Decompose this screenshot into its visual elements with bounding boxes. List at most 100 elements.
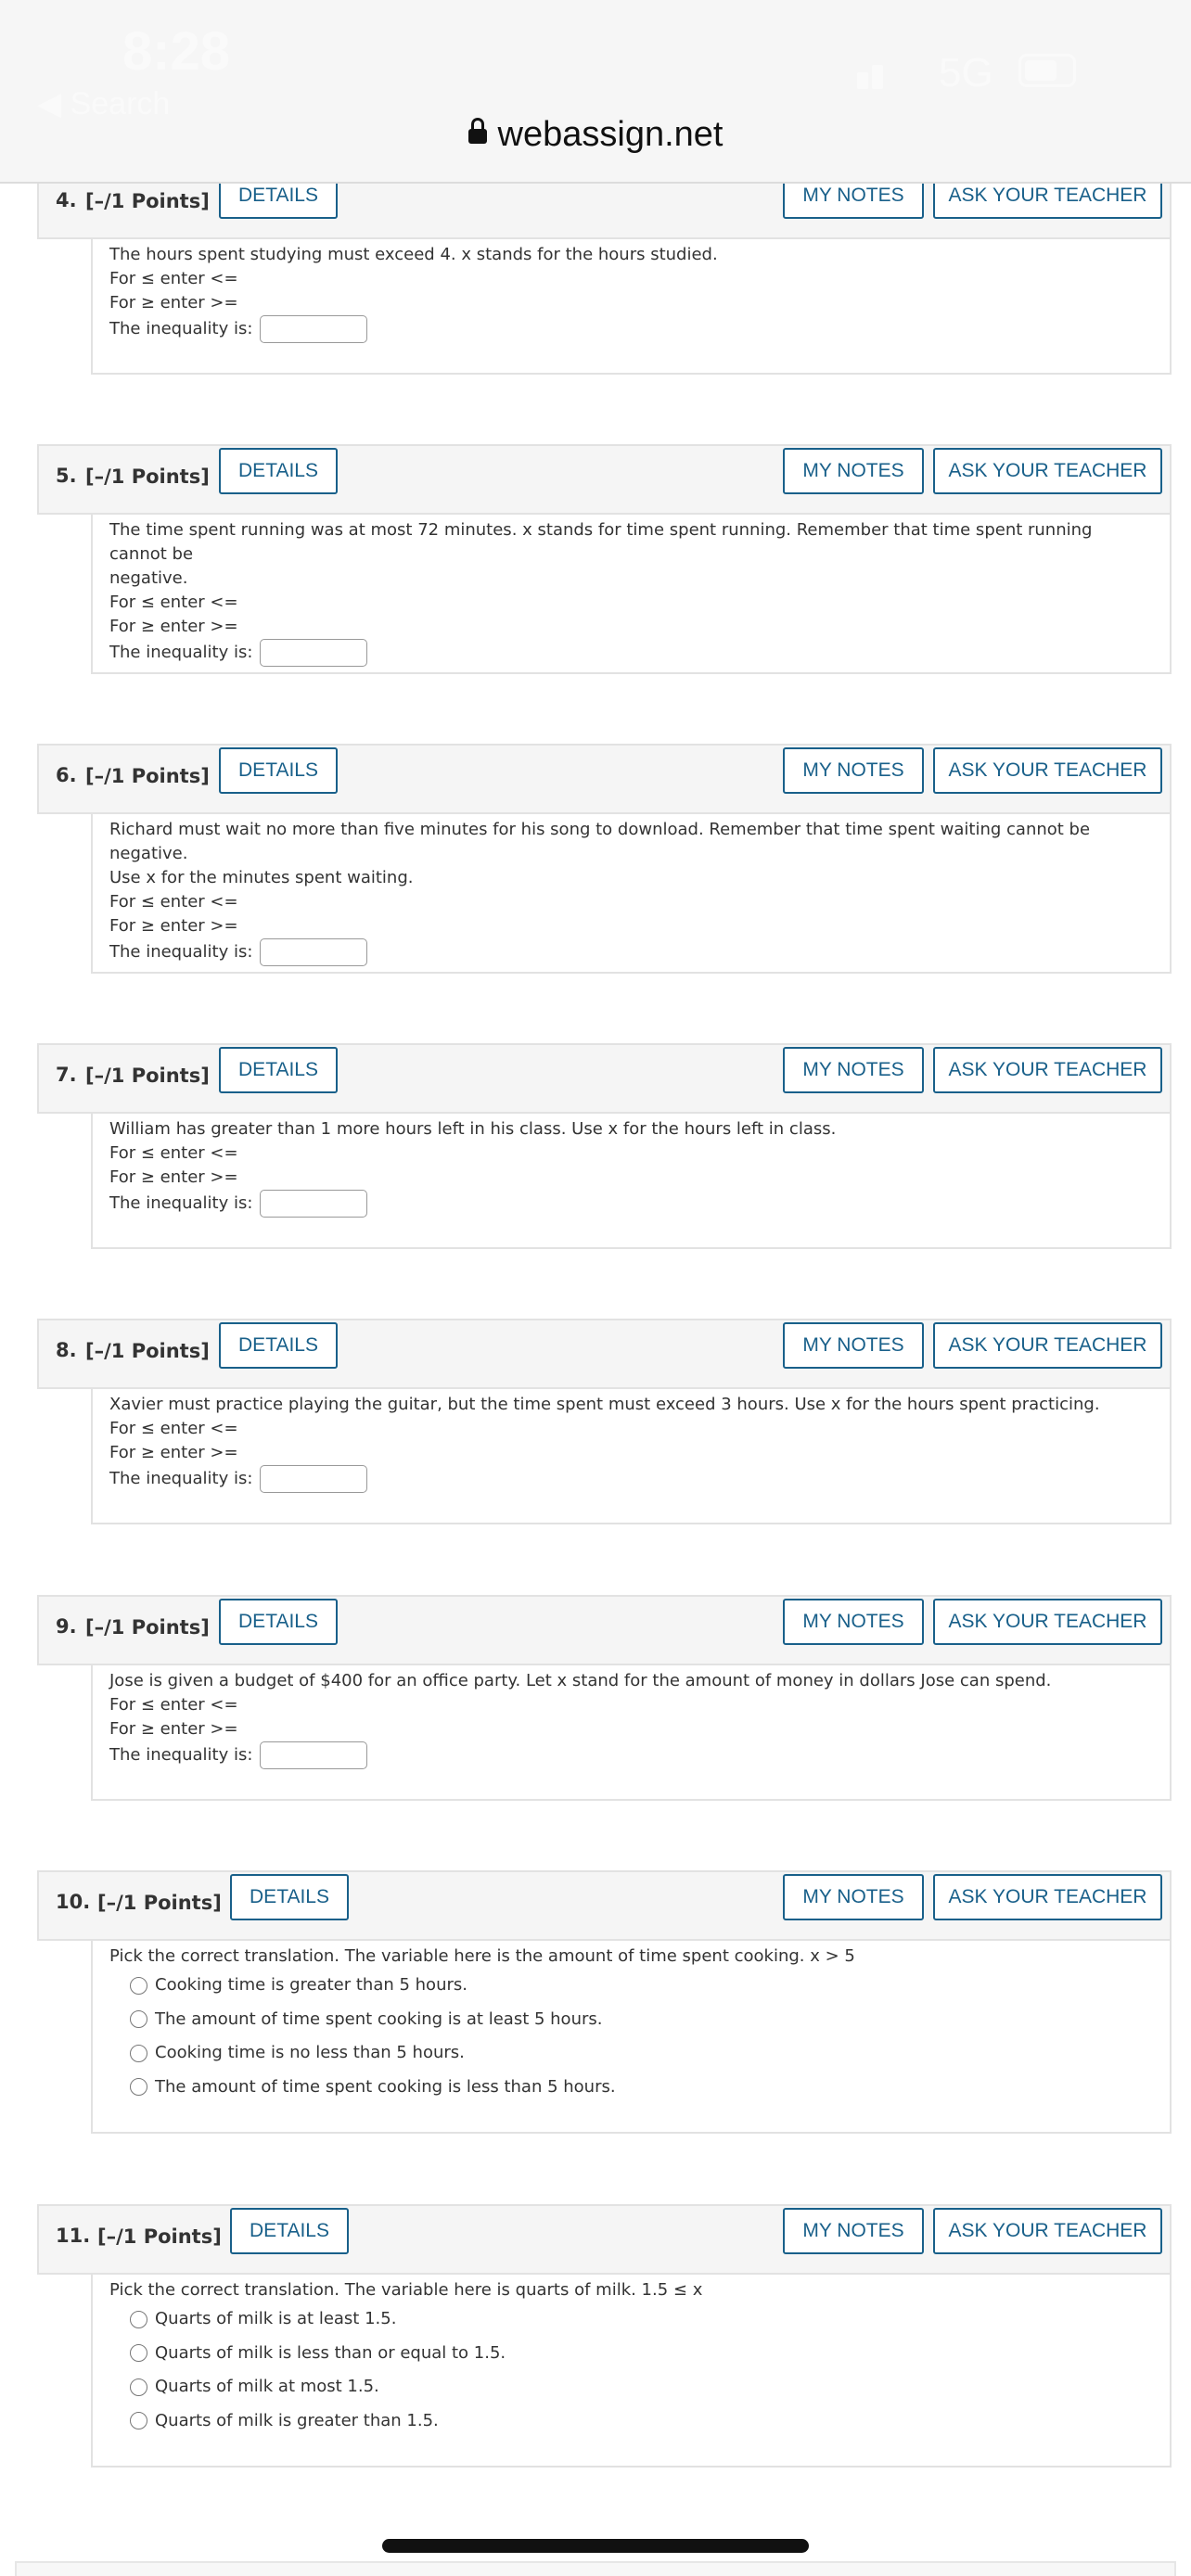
question-text: The time spent running was at most 72 mi… xyxy=(109,520,1093,564)
address-bar[interactable]: webassign.net xyxy=(0,115,1191,155)
question-body: William has greater than 1 more hours le… xyxy=(91,1114,1172,1249)
ge-hint: For ≥ enter >= xyxy=(109,1167,238,1187)
details-button[interactable]: DETAILS xyxy=(219,1047,338,1093)
question-prompt: Pick the correct translation. The variab… xyxy=(109,1946,855,1966)
my-notes-button[interactable]: MY NOTES xyxy=(783,1322,924,1369)
question-points: [–/1 Points] xyxy=(85,765,210,787)
inequality-row: The inequality is: xyxy=(109,1741,1153,1769)
inequality-answer-input[interactable] xyxy=(260,1190,368,1218)
home-indicator[interactable] xyxy=(382,2539,809,2553)
question-header: 10. [–/1 Points] DETAILS MY NOTES ASK YO… xyxy=(37,1870,1172,1941)
question-points: [–/1 Points] xyxy=(85,465,210,488)
question-6: 6. [–/1 Points] DETAILS MY NOTES ASK YOU… xyxy=(37,744,1172,974)
my-notes-button[interactable]: MY NOTES xyxy=(783,448,924,494)
ge-hint: For ≥ enter >= xyxy=(109,293,238,312)
details-button[interactable]: DETAILS xyxy=(219,448,338,494)
ask-teacher-button[interactable]: ASK YOUR TEACHER xyxy=(933,448,1162,494)
inequality-row: The inequality is: xyxy=(109,639,1153,667)
ask-teacher-button[interactable]: ASK YOUR TEACHER xyxy=(933,1874,1162,1920)
inequality-row: The inequality is: xyxy=(109,1465,1153,1493)
answer-choice[interactable]: Quarts of milk at most 1.5. xyxy=(130,2370,1153,2404)
radio-button[interactable] xyxy=(130,2010,147,2029)
inequality-row: The inequality is: xyxy=(109,1190,1153,1218)
choice-label: Quarts of milk is at least 1.5. xyxy=(155,2309,397,2329)
answer-choice[interactable]: The amount of time spent cooking is at l… xyxy=(130,2003,1153,2037)
answer-choice[interactable]: Quarts of milk is at least 1.5. xyxy=(130,2302,1153,2337)
inequality-answer-input[interactable] xyxy=(260,1741,368,1769)
details-button[interactable]: DETAILS xyxy=(230,1874,349,1920)
question-number: 8. xyxy=(56,1339,77,1361)
answer-choice[interactable]: Cooking time is greater than 5 hours. xyxy=(130,1969,1153,2003)
question-body: Xavier must practice playing the guitar,… xyxy=(91,1389,1172,1524)
browser-top-bar: 8:28 ◀ Search 5G webassign.net xyxy=(0,0,1191,184)
answer-choice[interactable]: Quarts of milk is greater than 1.5. xyxy=(130,2404,1153,2439)
answer-choice[interactable]: Cooking time is no less than 5 hours. xyxy=(130,2036,1153,2071)
inequality-row: The inequality is: xyxy=(109,938,1153,966)
my-notes-button[interactable]: MY NOTES xyxy=(783,1599,924,1645)
ask-teacher-button[interactable]: ASK YOUR TEACHER xyxy=(933,1322,1162,1369)
answer-choice[interactable]: Quarts of milk is less than or equal to … xyxy=(130,2337,1153,2371)
ge-hint: For ≥ enter >= xyxy=(109,1719,238,1739)
lock-icon xyxy=(467,118,487,144)
question-points: [–/1 Points] xyxy=(85,1340,210,1362)
question-points: [–/1 Points] xyxy=(97,2225,222,2248)
question-body: Jose is given a budget of $400 for an of… xyxy=(91,1665,1172,1801)
battery-icon xyxy=(1018,54,1076,87)
ask-teacher-button[interactable]: ASK YOUR TEACHER xyxy=(933,1047,1162,1093)
radio-button[interactable] xyxy=(130,2378,147,2396)
question-body: The hours spent studying must exceed 4. … xyxy=(91,239,1172,375)
answer-choice[interactable]: The amount of time spent cooking is less… xyxy=(130,2071,1153,2105)
le-hint: For ≤ enter <= xyxy=(109,892,238,912)
details-button[interactable]: DETAILS xyxy=(230,2208,349,2254)
question-5: 5. [–/1 Points] DETAILS MY NOTES ASK YOU… xyxy=(37,444,1172,674)
question-4: 4. [–/1 Points] DETAILS MY NOTES ASK YOU… xyxy=(37,169,1172,375)
details-button[interactable]: DETAILS xyxy=(219,1599,338,1645)
radio-button[interactable] xyxy=(130,2310,147,2328)
question-text: Jose is given a budget of $400 for an of… xyxy=(109,1671,1052,1690)
ge-hint: For ≥ enter >= xyxy=(109,617,238,636)
question-header: 6. [–/1 Points] DETAILS MY NOTES ASK YOU… xyxy=(37,744,1172,814)
question-11: 11. [–/1 Points] DETAILS MY NOTES ASK YO… xyxy=(37,2204,1172,2468)
my-notes-button[interactable]: MY NOTES xyxy=(783,1047,924,1093)
inequality-answer-input[interactable] xyxy=(260,315,368,343)
question-number: 7. xyxy=(56,1064,77,1086)
le-hint: For ≤ enter <= xyxy=(109,593,238,612)
inequality-answer-input[interactable] xyxy=(260,1465,368,1493)
question-number: 11. xyxy=(56,2225,91,2247)
choice-label: Quarts of milk is greater than 1.5. xyxy=(155,2410,439,2430)
ask-teacher-button[interactable]: ASK YOUR TEACHER xyxy=(933,1599,1162,1645)
ask-teacher-button[interactable]: ASK YOUR TEACHER xyxy=(933,747,1162,794)
question-number: 6. xyxy=(56,764,77,786)
le-hint: For ≤ enter <= xyxy=(109,1695,238,1715)
question-text: The hours spent studying must exceed 4. … xyxy=(109,245,718,264)
status-time: 8:28 xyxy=(122,21,231,82)
inequality-label: The inequality is: xyxy=(109,942,253,962)
question-header: 7. [–/1 Points] DETAILS MY NOTES ASK YOU… xyxy=(37,1043,1172,1114)
radio-button[interactable] xyxy=(130,2344,147,2363)
inequality-answer-input[interactable] xyxy=(260,639,368,667)
details-button[interactable]: DETAILS xyxy=(219,1322,338,1369)
radio-button[interactable] xyxy=(130,2078,147,2097)
question-text: Richard must wait no more than five minu… xyxy=(109,820,1091,863)
question-points: [–/1 Points] xyxy=(97,1892,222,1914)
radio-button[interactable] xyxy=(130,2044,147,2062)
question-8: 8. [–/1 Points] DETAILS MY NOTES ASK YOU… xyxy=(37,1319,1172,1524)
my-notes-button[interactable]: MY NOTES xyxy=(783,1874,924,1920)
radio-button[interactable] xyxy=(130,2412,147,2430)
radio-button[interactable] xyxy=(130,1976,147,1995)
my-notes-button[interactable]: MY NOTES xyxy=(783,747,924,794)
question-text: Use x for the minutes spent waiting. xyxy=(109,868,414,887)
ask-teacher-button[interactable]: ASK YOUR TEACHER xyxy=(933,2208,1162,2254)
choice-label: The amount of time spent cooking is at l… xyxy=(155,2009,603,2029)
question-text: negative. xyxy=(109,568,188,588)
le-hint: For ≤ enter <= xyxy=(109,1419,238,1438)
ge-hint: For ≥ enter >= xyxy=(109,1443,238,1462)
choice-label: Cooking time is no less than 5 hours. xyxy=(155,2043,465,2063)
question-points: [–/1 Points] xyxy=(85,1616,210,1639)
details-button[interactable]: DETAILS xyxy=(219,747,338,794)
choice-label: Quarts of milk at most 1.5. xyxy=(155,2377,379,2397)
inequality-row: The inequality is: xyxy=(109,315,1153,343)
question-10: 10. [–/1 Points] DETAILS MY NOTES ASK YO… xyxy=(37,1870,1172,2134)
inequality-answer-input[interactable] xyxy=(260,938,368,966)
my-notes-button[interactable]: MY NOTES xyxy=(783,2208,924,2254)
